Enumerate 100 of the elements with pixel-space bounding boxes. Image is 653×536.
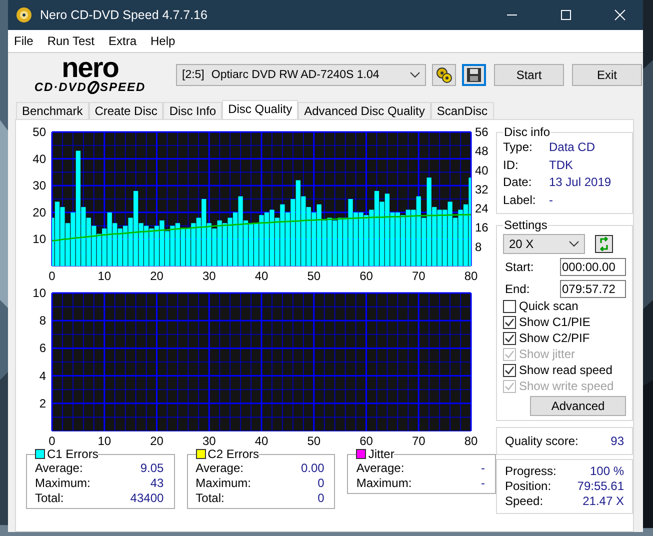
drive-info-button[interactable]	[432, 64, 456, 86]
stat-value: 43400	[130, 491, 164, 506]
field-label: Start:	[505, 260, 534, 274]
exit-button[interactable]: Exit	[572, 64, 642, 86]
group-title: C2 Errors	[208, 447, 260, 461]
axis-tick-label: 40	[254, 434, 268, 447]
axis-tick-label: 10	[98, 434, 112, 447]
refresh-icon	[598, 237, 610, 251]
menu-item[interactable]: Help	[150, 34, 176, 48]
end-time-field[interactable]: 079:57.72	[560, 280, 626, 298]
axis-tick-label: 20	[150, 434, 164, 447]
disc-icon	[86, 80, 100, 94]
checkbox-label: Show read speed	[519, 362, 612, 378]
logo-text: CD·DVD	[34, 80, 87, 94]
axis-tick-label: 0	[48, 269, 56, 283]
axis-tick-label: 8	[475, 240, 482, 254]
group-title: C1 Errors	[47, 447, 98, 461]
refresh-button[interactable]	[595, 235, 613, 253]
axis-tick-label: 30	[202, 269, 216, 283]
stat-label: Maximum:	[35, 476, 90, 491]
axis-tick-label: 50	[307, 434, 321, 447]
stat-label: Maximum:	[196, 476, 252, 491]
stat-label: Average:	[196, 461, 244, 476]
checkbox-label: Show write speed	[519, 378, 614, 394]
info-value: 13 Jul 2019	[549, 174, 612, 191]
axis-tick-label: 10	[32, 286, 46, 300]
axis-tick-label: 60	[360, 269, 373, 283]
stat-value: -	[481, 476, 486, 491]
axis-tick-label: 20	[32, 205, 46, 220]
axis-tick-label: 48	[475, 144, 488, 158]
axis-tick-label: 6	[39, 341, 46, 356]
tab[interactable]: Disc Info	[163, 102, 222, 119]
axis-tick-label: 32	[475, 182, 488, 196]
axis-tick-label: 50	[32, 125, 46, 139]
axis-tick-label: 70	[412, 434, 426, 447]
stat-value: 0.00	[300, 461, 324, 476]
tab[interactable]: Advanced Disc Quality	[298, 102, 431, 119]
quality-label: Quality score:	[505, 434, 578, 448]
speed-dropdown[interactable]: 20 X	[503, 234, 585, 254]
axis-tick-label: 20	[150, 269, 164, 283]
checkbox[interactable]	[503, 364, 516, 376]
stat-value: 43	[150, 476, 164, 491]
window-title: Nero CD-DVD Speed 4.7.7.16	[40, 8, 208, 22]
disc-icon	[16, 7, 32, 23]
tab[interactable]: Disc Quality	[222, 100, 298, 119]
info-value: TDK	[549, 156, 573, 174]
stat-label: Maximum:	[356, 476, 412, 491]
info-value: Data CD	[549, 139, 596, 156]
info-label: Type:	[503, 139, 534, 156]
axis-tick-label: 2	[39, 396, 46, 410]
axis-tick-label: 40	[254, 269, 268, 283]
progress-value: 21.47 X	[582, 494, 624, 509]
save-icon	[466, 67, 482, 83]
stat-label: Average:	[35, 461, 83, 476]
save-button[interactable]	[462, 64, 486, 86]
drive-dropdown[interactable]: [2:5] Optiarc DVD RW AD-7240S 1.04	[176, 64, 426, 86]
axis-tick-label: 0	[48, 434, 56, 447]
stat-value: 0	[318, 476, 324, 491]
checkbox[interactable]	[503, 300, 516, 312]
axis-tick-label: 40	[475, 163, 488, 178]
chevron-icon	[569, 241, 579, 247]
axis-tick-label: 8	[39, 314, 46, 328]
progress-label: Speed:	[505, 494, 544, 509]
axis-tick-label: 4	[39, 368, 46, 383]
tab[interactable]: Benchmark	[16, 102, 89, 119]
axis-tick-label: 16	[475, 220, 488, 235]
gears-icon	[435, 66, 453, 84]
menu-item[interactable]: Extra	[108, 34, 136, 48]
checkbox[interactable]	[503, 332, 516, 344]
stat-label: Total:	[35, 491, 64, 506]
start-button[interactable]: Start	[494, 64, 564, 86]
stat-value: -	[481, 461, 486, 476]
axis-tick-label: 56	[475, 125, 488, 139]
axis-tick-label: 70	[412, 269, 426, 283]
checkbox[interactable]	[503, 316, 516, 328]
axis-tick-label: 24	[475, 202, 488, 216]
menu-item[interactable]: File	[14, 34, 34, 48]
progress-label: Position:	[505, 479, 552, 494]
axis-tick-label: 60	[360, 434, 373, 447]
group-title: Settings	[503, 218, 548, 232]
axis-tick-label: 30	[32, 178, 46, 193]
axis-tick-label: 80	[464, 434, 478, 447]
group-title: Disc info	[503, 125, 552, 139]
maximize-icon[interactable]	[560, 9, 572, 21]
tab[interactable]: ScanDisc	[430, 102, 494, 119]
menu-item[interactable]: Run Test	[47, 34, 94, 48]
field-label: End:	[505, 282, 530, 296]
quality-value: 93	[610, 434, 624, 448]
axis-tick-label: 30	[202, 434, 216, 447]
start-time-field[interactable]: 000:00.00	[560, 258, 626, 276]
info-value: -	[549, 192, 553, 208]
tab[interactable]: Create Disc	[88, 102, 164, 119]
progress-label: Progress:	[505, 464, 556, 479]
stat-label: Total:	[196, 491, 224, 506]
axis-tick-label: 50	[307, 269, 321, 283]
info-label: ID:	[503, 156, 520, 174]
close-icon[interactable]	[614, 9, 626, 21]
advanced-button[interactable]: Advanced	[530, 396, 626, 416]
chevron-icon	[410, 72, 420, 78]
info-label: Label:	[503, 192, 537, 208]
